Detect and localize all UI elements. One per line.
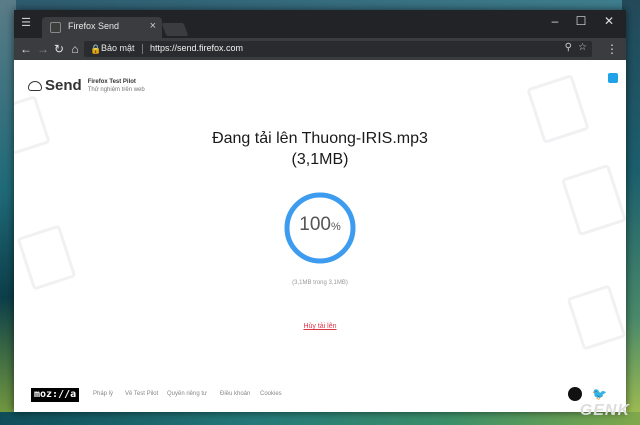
progress-value: 100 — [299, 214, 331, 235]
browser-menu-icon[interactable]: ⋮ — [606, 41, 618, 57]
send-logo[interactable]: Send Firefox Test Pilot Thử nghiệm trên … — [28, 77, 145, 94]
progress-percent-sign: % — [330, 221, 341, 233]
footer-link-terms[interactable]: Điều khoản — [220, 391, 250, 397]
favicon-icon — [50, 22, 61, 33]
logo-subtitle: Firefox Test Pilot Thử nghiệm trên web — [88, 78, 145, 94]
progress-percent: 100% — [282, 214, 358, 236]
logo-subtitle-line1: Firefox Test Pilot — [87, 78, 136, 85]
genk-watermark: GENK — [579, 402, 630, 419]
tab-close-icon[interactable]: × — [150, 20, 156, 32]
maximize-button[interactable]: ☐ — [570, 13, 592, 29]
zoom-icon[interactable]: ⚲ — [565, 42, 572, 53]
background-file-icon — [566, 284, 626, 351]
secure-label: Bảo mật — [101, 43, 135, 53]
twitter-icon[interactable]: 🐦 — [592, 387, 607, 401]
browser-window: ☰ Firefox Send × – ☐ ✕ ← → ↻ ⌂ 🔒 Bảo mật… — [14, 10, 626, 412]
logo-text: Send — [45, 77, 82, 94]
desktop-wallpaper-bottom — [0, 412, 640, 425]
incognito-icon[interactable]: ☰ — [19, 16, 33, 30]
cancel-upload-link[interactable]: Hủy tải lên — [303, 323, 336, 330]
footer: moz://a Pháp lý Về Test Pilot Quyền riên… — [14, 387, 626, 408]
back-button[interactable]: ← — [18, 41, 34, 57]
upload-filesize: (3,1MB) — [291, 151, 349, 168]
footer-link-privacy[interactable]: Quyền riêng tư — [167, 391, 207, 397]
minimize-button[interactable]: – — [544, 13, 566, 29]
title-bar: ☰ Firefox Send × – ☐ ✕ — [14, 10, 626, 38]
upload-filename: Đang tải lên Thuong-IRIS.mp3 — [212, 130, 428, 147]
new-tab-button[interactable] — [161, 23, 189, 36]
github-icon[interactable] — [568, 387, 582, 401]
address-separator — [142, 44, 143, 54]
address-bar[interactable]: 🔒 Bảo mật https://send.firefox.com ⚲ ☆ — [84, 41, 592, 57]
background-file-icon — [560, 163, 626, 237]
bookmark-star-icon[interactable]: ☆ — [578, 42, 587, 53]
forward-button[interactable]: → — [35, 41, 51, 57]
tab-title: Firefox Send — [68, 21, 120, 31]
close-window-button[interactable]: ✕ — [598, 13, 620, 29]
browser-tab[interactable]: Firefox Send × — [42, 17, 162, 38]
footer-link-cookies[interactable]: Cookies — [260, 391, 282, 397]
footer-link-about[interactable]: Về Test Pilot — [125, 391, 158, 397]
mozilla-logo[interactable]: moz://a — [31, 388, 80, 402]
reload-button[interactable]: ↻ — [51, 41, 67, 57]
upload-heading: Đang tải lên Thuong-IRIS.mp3 (3,1MB) — [14, 128, 626, 170]
progress-ring: 100% — [282, 190, 358, 266]
url-text[interactable]: https://send.firefox.com — [150, 43, 243, 53]
logo-subtitle-line2: Thử nghiệm trên web — [87, 86, 145, 93]
home-button[interactable]: ⌂ — [67, 41, 83, 57]
footer-link-legal[interactable]: Pháp lý — [93, 391, 113, 397]
feedback-icon[interactable] — [608, 73, 618, 83]
browser-toolbar: ← → ↻ ⌂ 🔒 Bảo mật https://send.firefox.c… — [14, 38, 626, 60]
lock-icon: 🔒 — [90, 44, 102, 54]
page-content: Send Firefox Test Pilot Thử nghiệm trên … — [14, 60, 626, 412]
upload-size-status: (3,1MB trong 3,1MB) — [292, 280, 348, 286]
cloud-icon — [28, 80, 42, 91]
